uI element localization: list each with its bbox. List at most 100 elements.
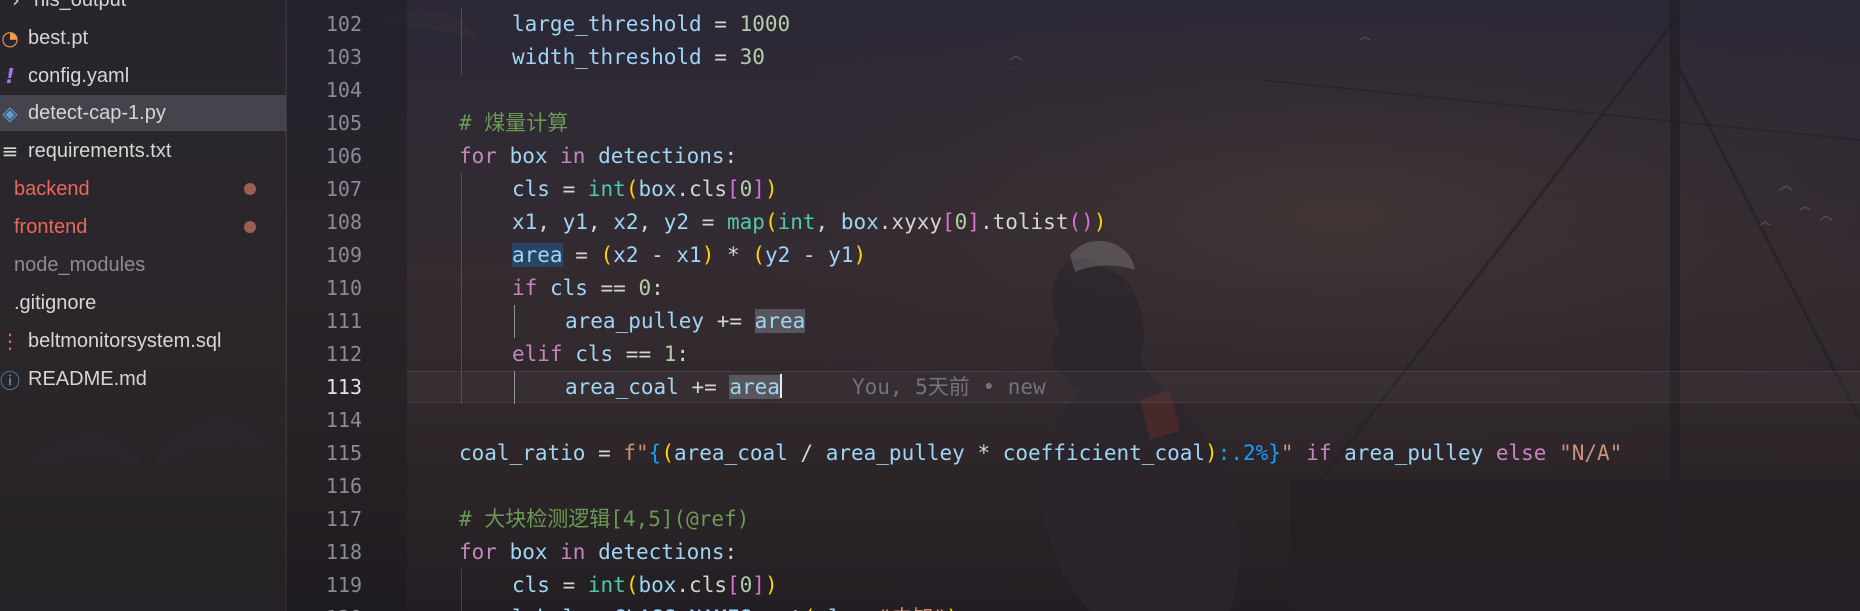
code-token: / — [787, 441, 826, 465]
code-token: = — [549, 573, 588, 597]
code-line[interactable]: 120 label = CLASS_NAMES.get(cls, "未知") — [287, 602, 1860, 611]
code-token: box — [509, 144, 548, 168]
code-token: ) — [853, 243, 867, 267]
explorer-item-label: config.yaml — [28, 64, 130, 87]
explorer-item[interactable]: › nls_output — [0, 0, 286, 18]
code-text: # 煤量计算 — [459, 107, 568, 140]
code-token: ] — [752, 573, 765, 597]
code-token: int — [587, 573, 626, 597]
code-line[interactable]: 107 cls = int(box.cls[0]) — [287, 173, 1860, 206]
code-text: cls = int(box.cls[0]) — [512, 173, 778, 206]
code-line[interactable]: 112 elif cls == 1: — [287, 338, 1860, 371]
code-line[interactable]: 102 large_threshold = 1000 — [287, 8, 1860, 41]
indent-guide — [461, 338, 462, 371]
code-token: = — [575, 606, 613, 611]
code-text: x1, y1, x2, y2 = map(int, box.xyxy[0].to… — [512, 206, 1106, 239]
code-line[interactable]: 110 if cls == 0: — [287, 272, 1860, 305]
code-token: y1 — [828, 243, 854, 267]
code-line[interactable]: 114 — [287, 404, 1860, 437]
code-text: if cls == 0: — [512, 272, 664, 305]
code-line[interactable]: 108 x1, y1, x2, y2 = map(int, box.xyxy[0]… — [287, 206, 1860, 239]
code-token: = — [585, 441, 624, 465]
indent-guide — [461, 41, 462, 74]
line-number: 112 — [325, 342, 362, 366]
code-token: # 煤量计算 — [459, 111, 569, 135]
exclamation-yaml-icon: ! — [5, 64, 15, 88]
code-token: ( — [764, 210, 778, 234]
code-token: .cls — [676, 573, 727, 597]
code-token: = — [701, 45, 740, 69]
code-token: ) — [1093, 210, 1107, 234]
explorer-item[interactable]: .gitignore — [0, 285, 286, 321]
explorer-item[interactable]: node_modules — [0, 247, 286, 283]
lines-text-icon: ≡ — [1, 139, 19, 163]
explorer-item-label: detect-cap-1.py — [28, 101, 166, 124]
code-token: ( — [661, 441, 674, 465]
text-cursor — [779, 374, 782, 398]
code-editor[interactable]: 102 large_threshold = 1000 103 width_thresh… — [287, 0, 1860, 611]
code-token: ] — [752, 177, 765, 201]
code-token: box — [509, 540, 548, 564]
indent-guide — [514, 305, 515, 338]
code-token: cls — [575, 342, 614, 366]
code-token: 1 — [663, 342, 677, 366]
code-text: width_threshold = 30 — [512, 41, 765, 74]
indent-guide — [461, 305, 462, 338]
code-token: [ — [726, 177, 740, 201]
code-token: ] — [967, 210, 980, 234]
explorer-item[interactable]: ◈ detect-cap-1.py — [0, 95, 286, 131]
code-token: f" — [623, 441, 649, 465]
code-token: = — [701, 12, 740, 36]
code-token: coefficient_coal — [1002, 441, 1206, 465]
line-number: 117 — [325, 507, 362, 531]
line-number: 111 — [325, 309, 362, 333]
explorer-item-label: .gitignore — [14, 291, 97, 314]
line-number: 109 — [325, 243, 362, 267]
line-number: 113 — [325, 375, 362, 399]
code-token: width_threshold — [512, 45, 702, 69]
code-line[interactable]: 105 # 煤量计算 — [287, 107, 1860, 140]
code-token: 30 — [739, 45, 765, 69]
database-icon: ⋮ — [0, 329, 20, 353]
code-token: x1 — [676, 243, 702, 267]
code-token: area_pulley — [825, 441, 965, 465]
explorer-item[interactable]: ◔ best.pt — [0, 20, 286, 56]
code-token: [ — [726, 573, 740, 597]
explorer-item[interactable]: ≡ requirements.txt — [0, 133, 286, 169]
code-line[interactable]: 104 — [287, 74, 1860, 107]
code-token: : — [724, 144, 738, 168]
code-token: - — [790, 243, 829, 267]
code-line[interactable]: 116 — [287, 470, 1860, 503]
explorer-item-label: nls_output — [34, 0, 126, 12]
code-line[interactable]: 103 width_threshold = 30 — [287, 41, 1860, 74]
indent-guide — [461, 173, 462, 206]
code-token: ) — [1205, 441, 1218, 465]
explorer-item[interactable]: frontend — [0, 209, 286, 245]
code-token: box — [840, 210, 879, 234]
code-token: cls — [512, 177, 550, 201]
code-token: for — [459, 144, 510, 168]
code-token: } — [1268, 441, 1281, 465]
code-line[interactable]: 113 area_coal += area You, 5天前 • new — [287, 371, 1860, 404]
code-token: detections — [598, 144, 725, 168]
line-number: 115 — [325, 441, 362, 465]
code-line[interactable]: 118 for box in detections: — [287, 536, 1860, 569]
code-line[interactable]: 109 area = (x2 - x1) * (y2 - y1) — [287, 239, 1860, 272]
code-line[interactable]: 119 cls = int(box.cls[0]) — [287, 569, 1860, 602]
code-token: box — [638, 573, 677, 597]
info-icon: ⓘ — [0, 368, 20, 393]
code-line[interactable]: 106 for box in detections: — [287, 140, 1860, 173]
code-line[interactable]: 115 coal_ratio = f"{(area_coal / area_pul… — [287, 437, 1860, 470]
chevron-right-icon: › — [12, 0, 20, 12]
code-token: detections — [598, 540, 725, 564]
explorer-item[interactable]: ⋮ beltmonitorsystem.sql — [0, 323, 286, 359]
code-line[interactable]: 111 area_pulley += area — [287, 305, 1860, 338]
explorer-item[interactable]: ! config.yaml — [0, 58, 286, 94]
line-number: 110 — [325, 276, 362, 300]
explorer-item[interactable]: backend — [0, 171, 286, 207]
code-token: == — [587, 276, 639, 300]
code-token: area — [729, 375, 780, 399]
code-line[interactable]: 117 # 大块检测逻辑[4,5](@ref) — [287, 503, 1860, 536]
explorer-item[interactable]: ⓘ README.md — [0, 361, 286, 397]
code-token: y1 — [562, 210, 588, 234]
